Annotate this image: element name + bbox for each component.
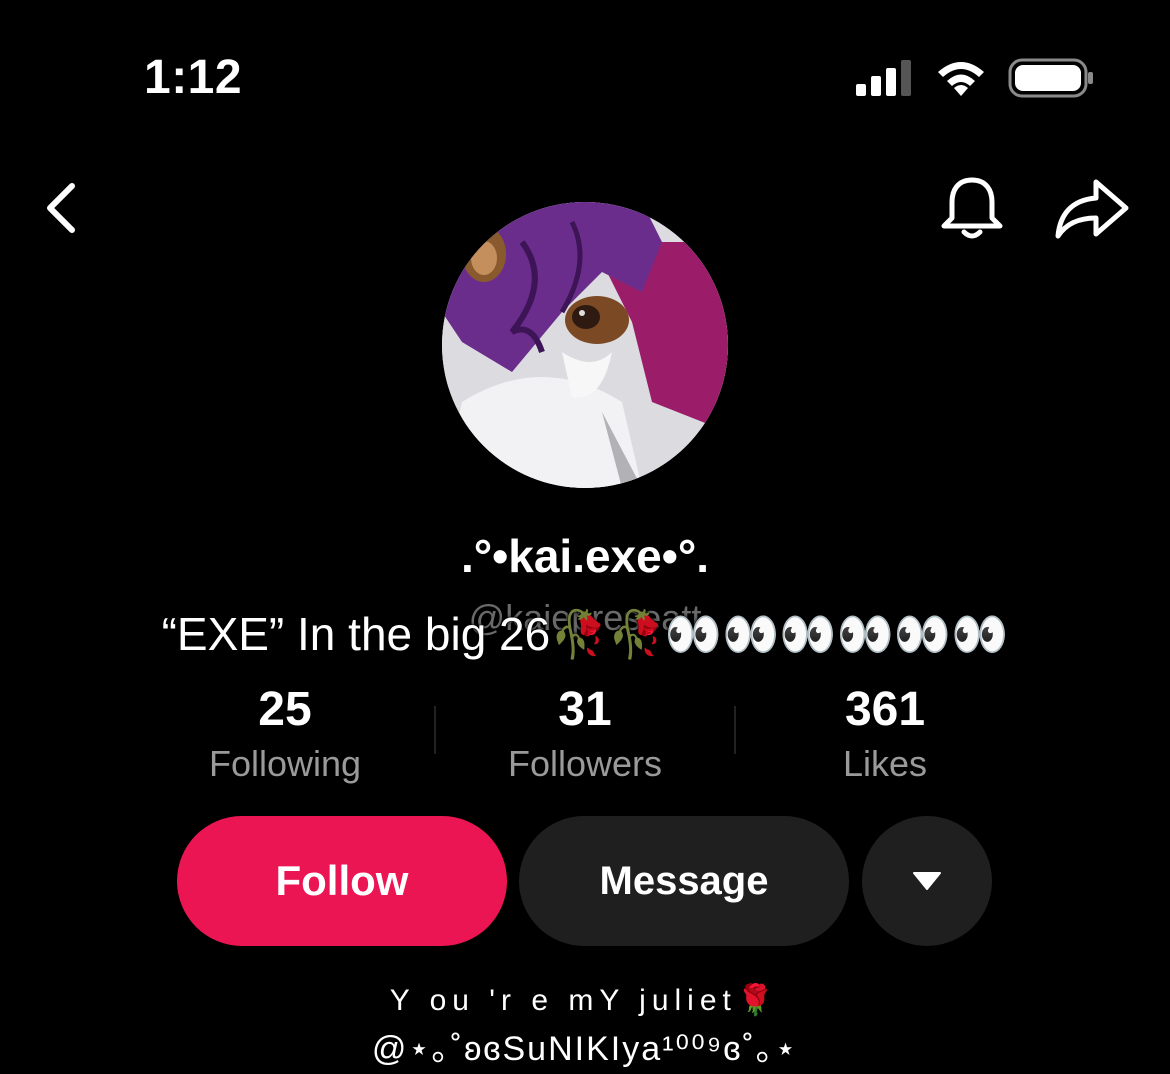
wifi-icon	[938, 62, 984, 96]
more-options-button[interactable]	[862, 816, 992, 946]
stat-following-value: 25	[258, 683, 312, 736]
stat-followers[interactable]: 31 Followers	[435, 682, 735, 788]
battery-icon	[1008, 58, 1093, 98]
follow-button[interactable]: Follow	[177, 816, 507, 946]
stat-likes-label: Likes	[842, 743, 928, 784]
stat-likes-value: 361	[844, 683, 926, 736]
notifications-button[interactable]	[936, 172, 1008, 244]
stat-followers-value: 31	[558, 683, 612, 736]
profile-avatar	[442, 202, 728, 488]
bio-line-1: Y ou 'r e mY juliet🌹	[389, 984, 781, 1017]
stat-following-label: Following	[208, 743, 362, 784]
caret-down-icon	[913, 872, 941, 890]
cellular-signal-icon	[856, 60, 911, 96]
display-name: .°•kai.exe•°.	[460, 530, 710, 582]
bio-line-2: @⋆｡˚ʚɞSuNIKIya¹⁰⁰⁹ɞ˚｡⋆	[371, 1030, 799, 1068]
status-time: 1:12	[144, 51, 243, 104]
share-arrow-icon	[1055, 179, 1129, 239]
bio-headline: “EXE” In the big 26🥀🥀👀👀👀👀👀👀	[161, 608, 1009, 660]
chevron-left-icon	[47, 183, 75, 233]
message-button[interactable]: Message	[519, 816, 849, 946]
stat-followers-label: Followers	[507, 743, 663, 784]
share-button[interactable]	[1052, 172, 1132, 244]
avatar-image	[442, 202, 728, 488]
stat-likes: 361 Likes	[735, 682, 1035, 788]
bell-icon	[941, 177, 1003, 239]
back-button[interactable]	[36, 176, 92, 240]
stat-following[interactable]: 25 Following	[135, 682, 435, 788]
